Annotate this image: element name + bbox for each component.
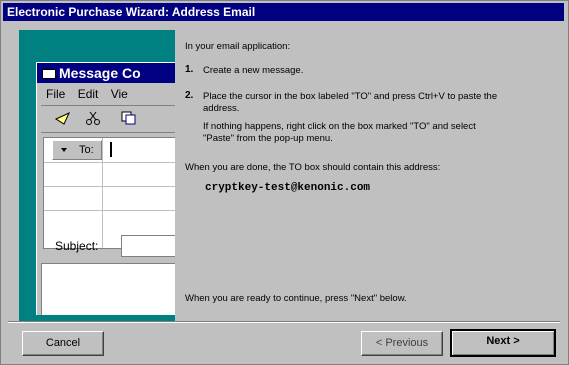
address-grid: To: xyxy=(43,137,175,249)
step-2-line-2: address. xyxy=(203,103,240,114)
grid-row-line xyxy=(44,186,175,187)
subject-field xyxy=(121,235,175,257)
to-button: To: xyxy=(52,140,102,160)
title-bar: Electronic Purchase Wizard: Address Emai… xyxy=(3,3,564,21)
to-label: To: xyxy=(79,144,94,156)
dropdown-arrow-icon xyxy=(61,148,67,152)
send-icon xyxy=(55,111,71,125)
cancel-label: Cancel xyxy=(45,337,81,349)
next-button[interactable]: Next > xyxy=(450,329,556,357)
grid-row-line xyxy=(44,162,175,163)
step-2-note-1: If nothing happens, right click on the b… xyxy=(203,121,476,132)
cancel-button[interactable]: Cancel xyxy=(22,331,104,356)
grid-row-line xyxy=(44,210,175,211)
previous-label: < Previous xyxy=(375,337,429,349)
step-2-number: 2. xyxy=(185,90,194,101)
separator xyxy=(8,321,560,323)
step-1-text: Create a new message. xyxy=(203,65,304,76)
menu-edit: Edit xyxy=(77,87,99,101)
previous-button[interactable]: < Previous xyxy=(361,331,443,356)
continue-text: When you are ready to continue, press "N… xyxy=(185,293,407,304)
done-text: When you are done, the TO box should con… xyxy=(185,162,441,173)
step-2-line-1: Place the cursor in the box labeled "TO"… xyxy=(203,91,498,102)
step-1-number: 1. xyxy=(185,64,194,75)
message-title: Message Co xyxy=(59,65,141,81)
step-2-note-2: "Paste" from the pop-up menu. xyxy=(203,133,333,144)
message-toolbar xyxy=(41,105,175,133)
message-title-bar: Message Co xyxy=(37,63,175,83)
subject-label: Subject: xyxy=(55,239,99,253)
text-cursor xyxy=(110,142,112,157)
grid-divider xyxy=(102,138,103,248)
message-window-illustration: Message Co File Edit Vie To: Subject: xyxy=(36,62,175,315)
menu-view: Vie xyxy=(110,87,128,101)
message-body xyxy=(41,263,175,315)
copy-icon xyxy=(121,111,136,125)
message-menu-bar: File Edit Vie xyxy=(37,85,175,103)
cut-icon xyxy=(86,111,100,125)
intro-text: In your email application: xyxy=(185,41,291,52)
menu-file: File xyxy=(46,87,66,101)
next-label: Next > xyxy=(486,335,520,347)
email-address: cryptkey-test@kenonic.com xyxy=(205,182,371,194)
envelope-icon xyxy=(42,69,56,79)
